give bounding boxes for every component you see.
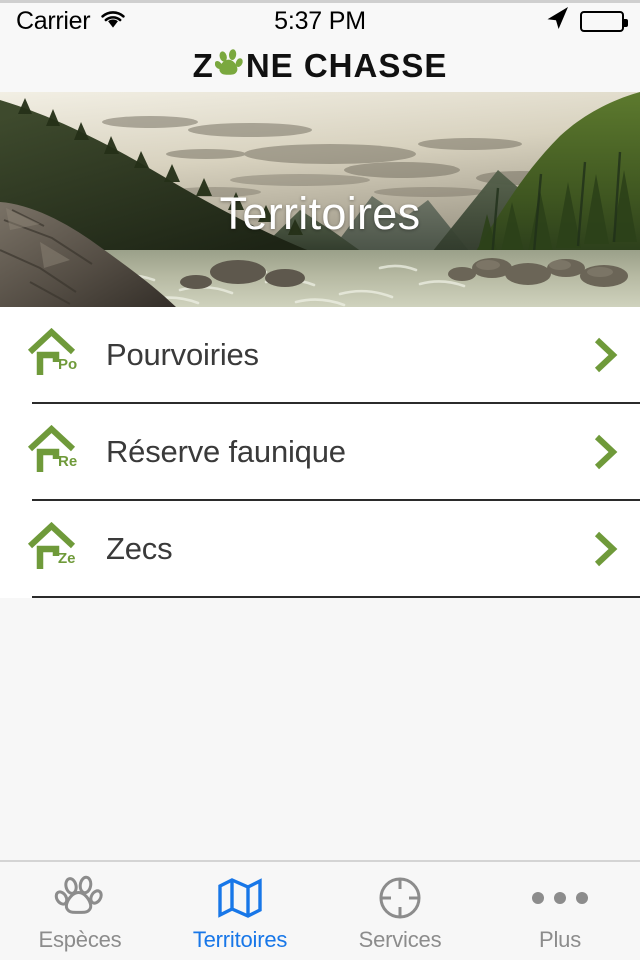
house-territory-icon: Re <box>24 424 86 480</box>
hero-banner: Territoires <box>0 92 640 307</box>
battery-full-icon <box>580 11 628 32</box>
status-bar-right <box>544 5 628 38</box>
ellipsis-icon <box>532 875 588 921</box>
page-title: Territoires <box>219 188 421 239</box>
carrier-label: Carrier <box>16 7 91 35</box>
app-logo: Z NE CHASSE <box>193 47 448 86</box>
tab-label: Espèces <box>38 927 122 952</box>
list-item-label: Pourvoiries <box>106 336 259 372</box>
tab-plus[interactable]: Plus <box>480 862 640 960</box>
territory-list: Po Pourvoiries Re Réserve faunique Ze Ze… <box>0 307 640 598</box>
status-bar: Carrier 5:37 PM <box>0 0 640 40</box>
logo-text-after: NE CHASSE <box>245 47 448 84</box>
location-arrow-icon <box>544 5 570 38</box>
tab-label: Territoires <box>192 927 288 952</box>
crosshair-scope-icon <box>376 875 424 921</box>
list-item-reserve-faunique[interactable]: Re Réserve faunique <box>0 404 640 499</box>
list-item-label: Réserve faunique <box>106 433 346 469</box>
chevron-right-icon[interactable] <box>584 335 618 375</box>
icon-abbr-label: Po <box>58 356 77 373</box>
tab-services[interactable]: Services <box>320 862 480 960</box>
house-territory-icon: Po <box>24 327 86 383</box>
list-item-pourvoiries[interactable]: Po Pourvoiries <box>0 307 640 402</box>
paw-print-icon <box>214 48 245 87</box>
tab-label: Plus <box>539 927 581 952</box>
tab-especes[interactable]: Espèces <box>0 862 160 960</box>
chevron-right-icon[interactable] <box>584 432 618 472</box>
ellipsis-dot <box>554 892 566 904</box>
logo-text-before: Z <box>192 47 214 84</box>
tab-bar: Espèces Territoires Services Plus <box>0 860 640 960</box>
content-empty-area <box>0 598 640 860</box>
list-item-label: Zecs <box>106 530 173 566</box>
map-folded-icon <box>217 875 263 921</box>
list-item-zecs[interactable]: Ze Zecs <box>0 501 640 596</box>
house-territory-icon: Ze <box>24 521 86 577</box>
chevron-right-icon[interactable] <box>584 529 618 569</box>
status-bar-left: Carrier <box>16 7 127 36</box>
wifi-icon <box>99 7 127 36</box>
app-header: Z NE CHASSE <box>0 40 640 92</box>
tab-territoires[interactable]: Territoires <box>160 862 320 960</box>
tab-label: Services <box>358 927 442 952</box>
ellipsis-dot <box>576 892 588 904</box>
app-screen: Carrier 5:37 PM Z NE CHASSE Territoires … <box>0 0 640 960</box>
ellipsis-dot <box>532 892 544 904</box>
paw-print-icon <box>54 875 106 921</box>
icon-abbr-label: Ze <box>58 550 76 567</box>
icon-abbr-label: Re <box>58 453 77 470</box>
